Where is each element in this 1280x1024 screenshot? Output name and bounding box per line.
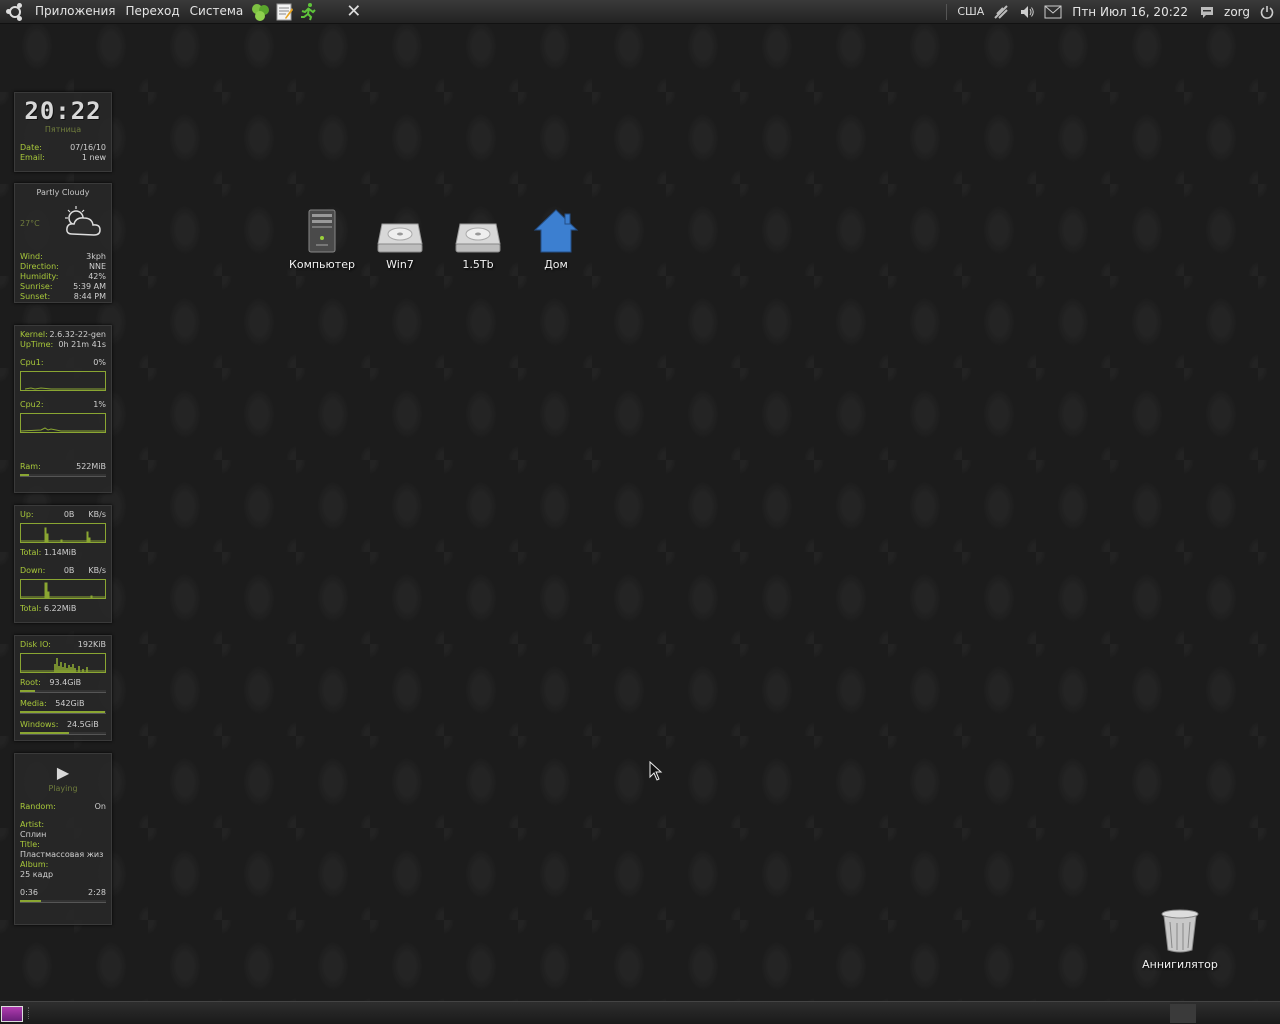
- kernel-row: Kernel: 2.6.32-22-gen: [20, 330, 106, 339]
- keyboard-layout-indicator[interactable]: США: [953, 5, 988, 18]
- windows-bar: [20, 732, 106, 735]
- network-icon[interactable]: [991, 2, 1011, 22]
- running-man-icon[interactable]: [297, 1, 319, 23]
- download-graph: [20, 579, 106, 599]
- title-label: Title:: [20, 840, 40, 849]
- windows-row: Windows: 24.5GiB: [20, 720, 99, 729]
- cpu1-row: Cpu1: 0%: [20, 358, 106, 367]
- workspace-switcher[interactable]: [1170, 1004, 1196, 1023]
- root-bar: [20, 690, 106, 693]
- play-icon[interactable]: ▶: [20, 762, 106, 784]
- ram-row: Ram: 522MiB: [20, 462, 106, 471]
- menu-system[interactable]: Система: [185, 0, 249, 24]
- weather-row: Wind: 3kph: [20, 252, 106, 261]
- upload-row: Up: 0B KB/s: [20, 510, 106, 519]
- desktop-icon-computer[interactable]: Компьютер: [282, 206, 362, 271]
- upload-total-row: Total: 1.14MiB: [20, 548, 77, 557]
- tray-separator: [946, 3, 948, 20]
- artist-label: Artist:: [20, 820, 45, 829]
- weather-row: Sunrise: 5:39 AM: [20, 282, 106, 291]
- desktop-icon-label: Win7: [386, 258, 414, 271]
- ubuntu-logo-icon[interactable]: [6, 2, 24, 21]
- date-row: Date: 07/16/10: [20, 143, 106, 152]
- home-folder-icon: [516, 206, 596, 254]
- weather-row: Sunset: 8:44 PM: [20, 292, 106, 301]
- cpu2-row: Cpu2: 1%: [20, 400, 106, 409]
- disk-io-graph: [20, 653, 106, 673]
- volume-icon[interactable]: [1017, 2, 1037, 22]
- desktop-icon-1-5tb[interactable]: 1.5Tb: [438, 206, 518, 271]
- title-value: Пластмассовая жиз: [20, 850, 104, 859]
- bottom-panel: [0, 1001, 1280, 1024]
- download-total-row: Total: 6.22MiB: [20, 604, 77, 613]
- upload-graph: [20, 523, 106, 543]
- weather-row: Direction: NNE: [20, 262, 106, 271]
- desktop-icon-label: Дом: [544, 258, 568, 271]
- menu-applications[interactable]: Приложения: [30, 0, 121, 24]
- text-editor-icon[interactable]: [273, 1, 295, 23]
- media-row: Media: 542GiB: [20, 699, 85, 708]
- panel-clock[interactable]: Птн Июл 16, 20:22: [1066, 5, 1194, 19]
- email-row: Email: 1 new: [20, 153, 106, 162]
- album-value: 25 кадр: [20, 870, 54, 879]
- disk-widget: Disk IO: 192KiB Root: 93.4GiB Media: 542G…: [14, 635, 112, 741]
- root-row: Root: 93.4GiB: [20, 678, 82, 687]
- show-desktop-icon[interactable]: [1, 1006, 23, 1022]
- weather-temp: 27°C: [20, 218, 40, 228]
- time-row: 0:36 2:28: [20, 888, 106, 897]
- album-label: Album:: [20, 860, 49, 869]
- panel-grip[interactable]: [28, 1007, 30, 1019]
- media-bar: [20, 711, 106, 714]
- user-name[interactable]: zorg: [1220, 5, 1254, 19]
- player-state: Playing: [48, 784, 78, 793]
- desktop-icon-label: 1.5Tb: [462, 258, 494, 271]
- menu-places[interactable]: Переход: [121, 0, 185, 24]
- close-icon[interactable]: ✕: [346, 1, 361, 22]
- weather-widget: Partly Cloudy 27°C Wind: 3kph Direction: N…: [14, 183, 112, 303]
- track-progress-bar[interactable]: [20, 900, 106, 903]
- artist-value: Сплин: [20, 830, 47, 839]
- desktop-icon-home[interactable]: Дом: [516, 206, 596, 271]
- computer-icon: [282, 206, 362, 254]
- widget-day: Пятница: [44, 125, 82, 134]
- random-row: Random: On: [20, 802, 106, 811]
- clock-widget: 20:22 Пятница Date: 07/16/10 Email: 1 new: [14, 92, 112, 172]
- ram-bar: [20, 474, 106, 477]
- desktop-icon-trash[interactable]: Аннигилятор: [1140, 906, 1220, 971]
- download-row: Down: 0B KB/s: [20, 566, 106, 575]
- disk-io-row: Disk IO: 192KiB: [20, 640, 106, 649]
- cpu2-graph: [20, 413, 106, 433]
- uptime-row: UpTime: 0h 21m 41s: [20, 340, 106, 349]
- weather-condition: Partly Cloudy: [36, 188, 90, 197]
- mail-icon[interactable]: [1043, 2, 1063, 22]
- network-widget: Up: 0B KB/s Total: 1.14MiB Down: 0B KB/s T…: [14, 505, 112, 623]
- widget-time: 20:22: [24, 97, 102, 125]
- trash-icon: [1140, 906, 1220, 954]
- hard-drive-icon: [438, 206, 518, 254]
- desktop-icon-win7[interactable]: Win7: [360, 206, 440, 271]
- chat-status-icon[interactable]: [1197, 2, 1217, 22]
- system-widget: Kernel: 2.6.32-22-gen UpTime: 0h 21m 41s C…: [14, 325, 112, 493]
- player-widget: ▶ Playing Random: On Artist: Сплин Title:…: [14, 753, 112, 925]
- power-icon[interactable]: [1257, 2, 1277, 22]
- weather-row: Humidity: 42%: [20, 272, 106, 281]
- partly-cloudy-icon: [58, 204, 106, 242]
- launcher-green-icon[interactable]: [249, 1, 271, 23]
- desktop-icon-label: Компьютер: [289, 258, 355, 271]
- top-panel: Приложения Переход Система ✕ США Птн Июл…: [0, 0, 1280, 24]
- mouse-cursor-icon: [649, 760, 663, 785]
- desktop-icon-label: Аннигилятор: [1142, 958, 1218, 971]
- cpu1-graph: [20, 371, 106, 391]
- hard-drive-icon: [360, 206, 440, 254]
